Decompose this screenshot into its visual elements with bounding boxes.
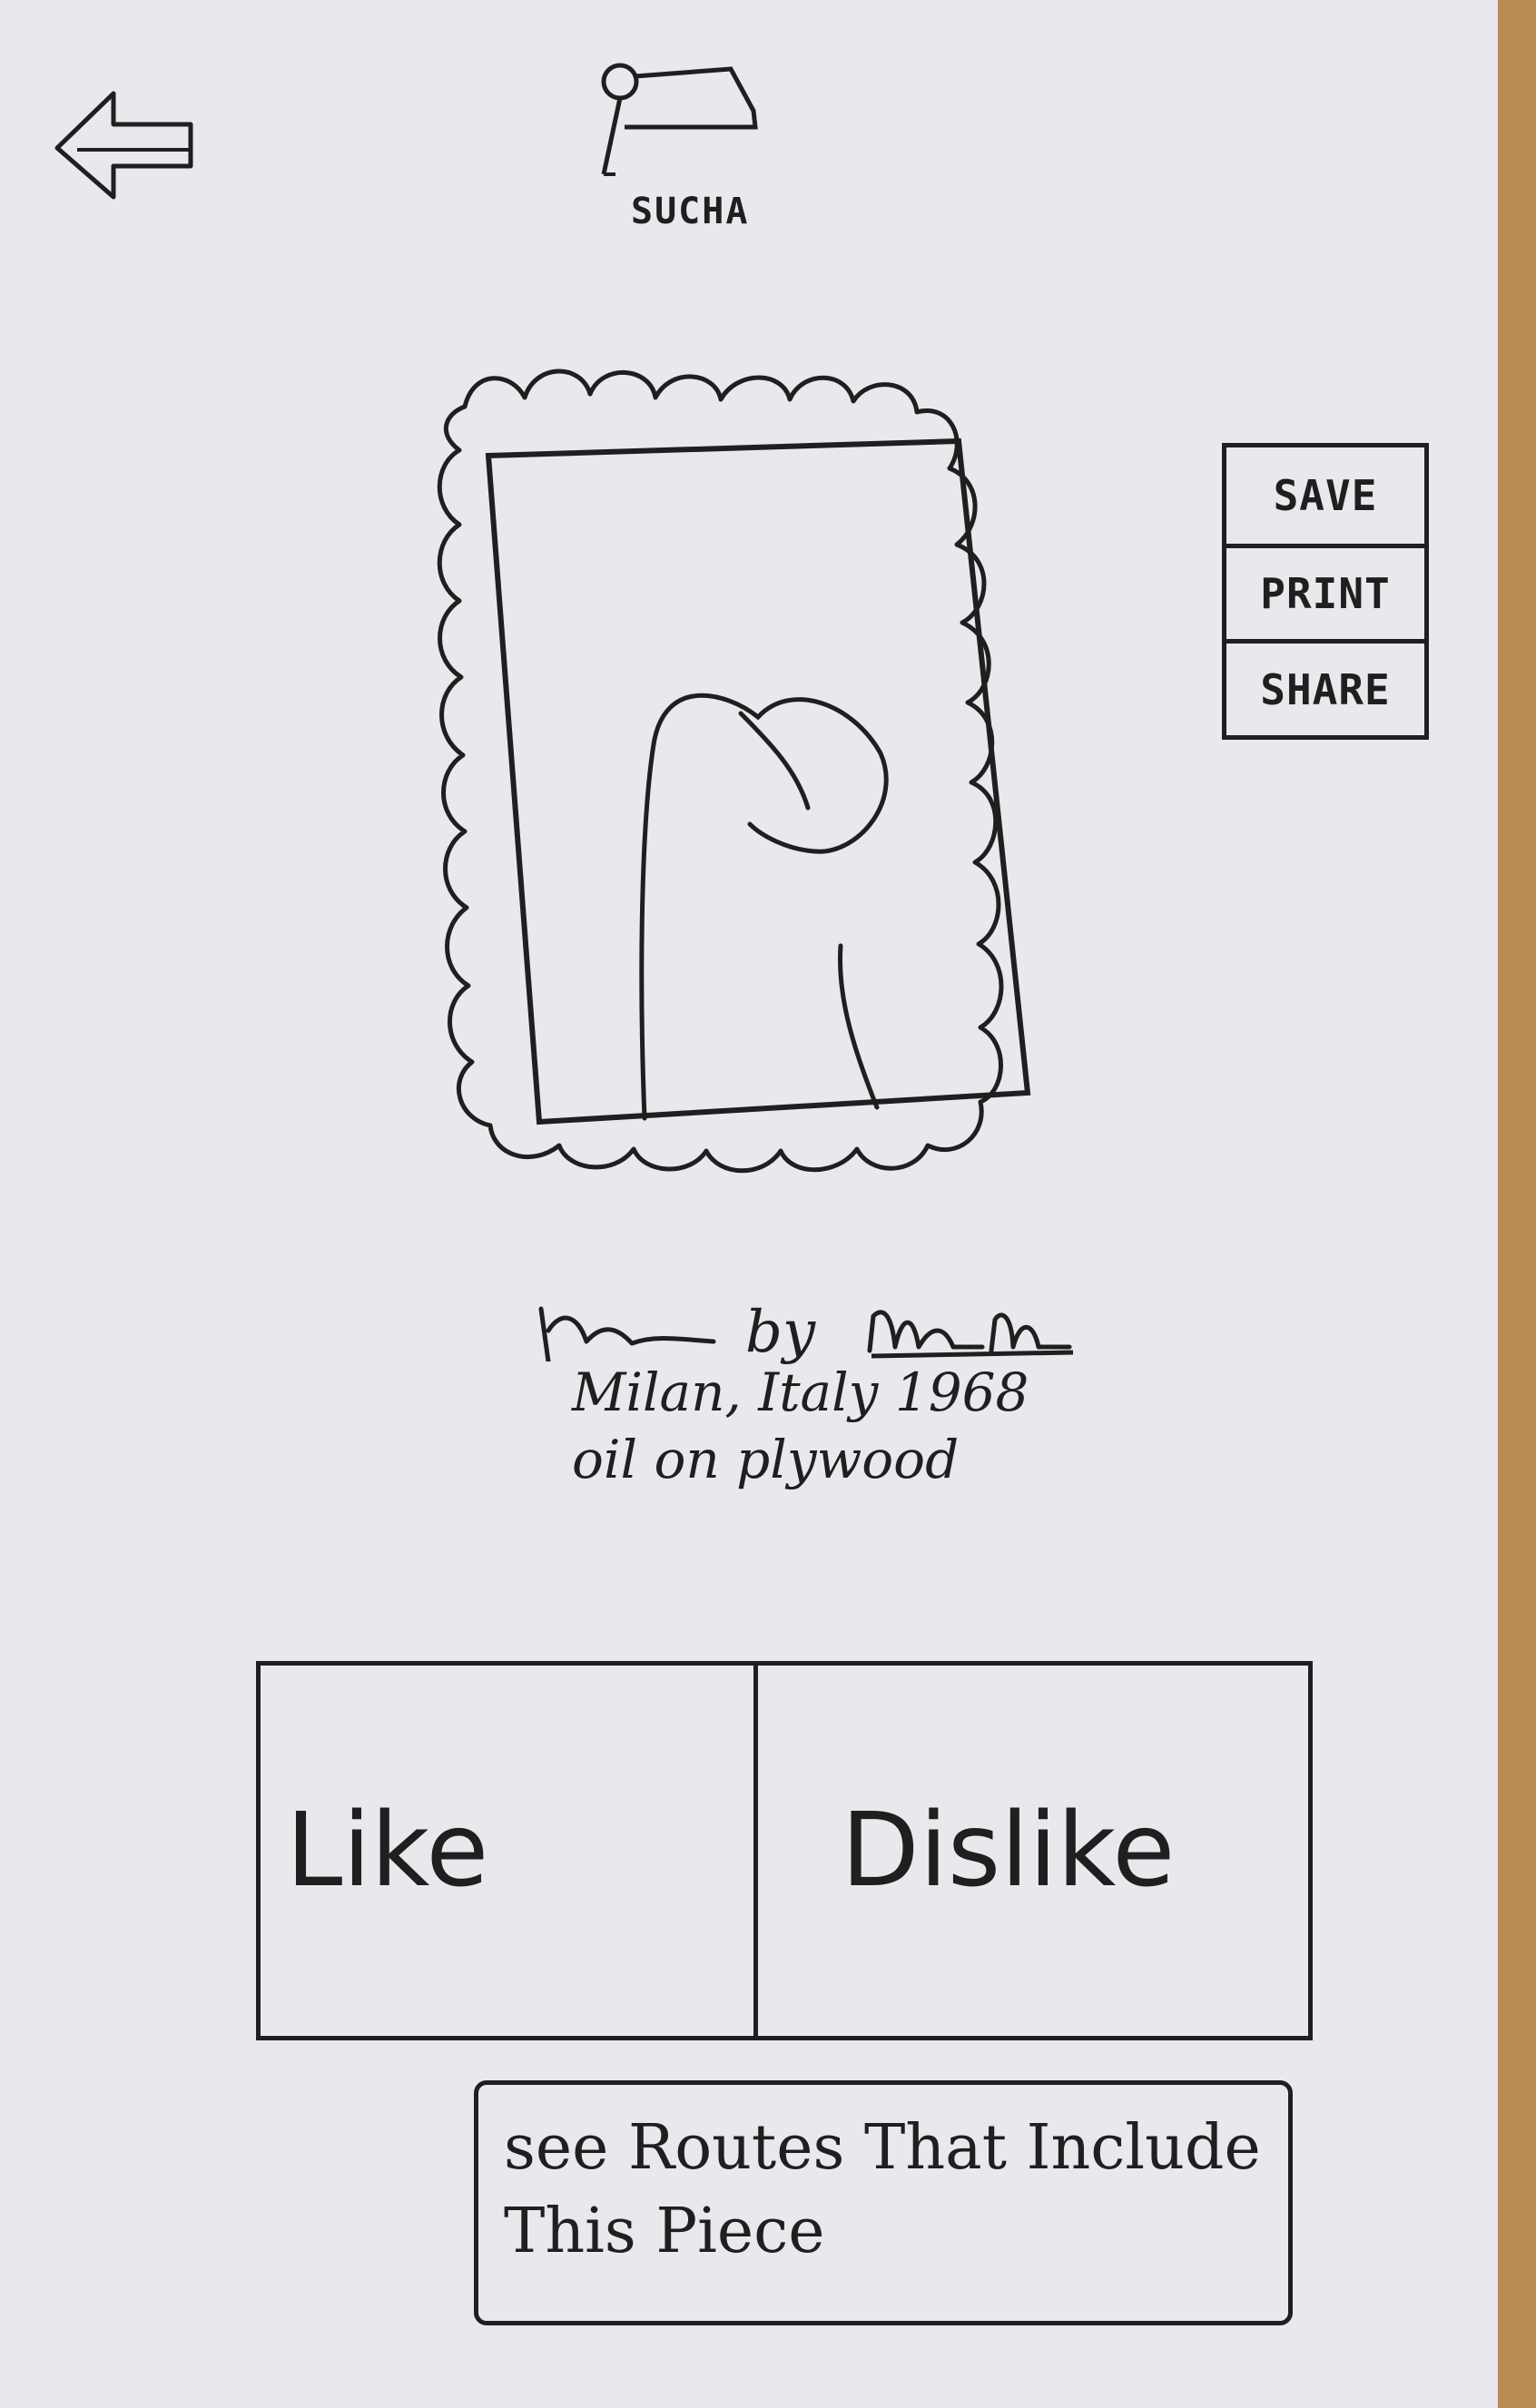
search-icon <box>601 63 758 176</box>
print-button[interactable]: PRINT <box>1226 543 1424 640</box>
vote-panel: Like Dislike <box>256 1661 1313 2040</box>
dislike-button[interactable]: Dislike <box>758 1666 1309 2036</box>
search-label: SUCHA <box>631 191 750 232</box>
artwork-title-scribble <box>538 1306 716 1361</box>
artwork-actions-menu: SAVE PRINT SHARE <box>1222 443 1429 740</box>
table-edge <box>1498 0 1536 2408</box>
share-button[interactable]: SHARE <box>1226 639 1424 735</box>
search-button[interactable]: SUCHA <box>563 54 799 232</box>
save-button[interactable]: SAVE <box>1226 447 1424 544</box>
title-artist-line: by <box>508 1262 1198 1361</box>
back-arrow-graphic <box>54 91 193 200</box>
artwork-caption: by Milan, Italy 1968 oil on plywood <box>508 1262 1198 1491</box>
artwork-medium: oil on plywood <box>572 1429 960 1491</box>
artwork-location-year: Milan, Italy 1968 <box>572 1361 1029 1423</box>
see-routes-button[interactable]: see Routes That Include This Piece <box>474 2080 1293 2325</box>
back-arrow-icon[interactable] <box>50 86 213 222</box>
like-button[interactable]: Like <box>261 1666 758 2036</box>
framed-painting-graphic <box>437 369 1031 1174</box>
artist-name-scribble <box>867 1310 1074 1359</box>
artwork-image[interactable] <box>427 354 1117 1234</box>
by-label: by <box>745 1299 816 1366</box>
